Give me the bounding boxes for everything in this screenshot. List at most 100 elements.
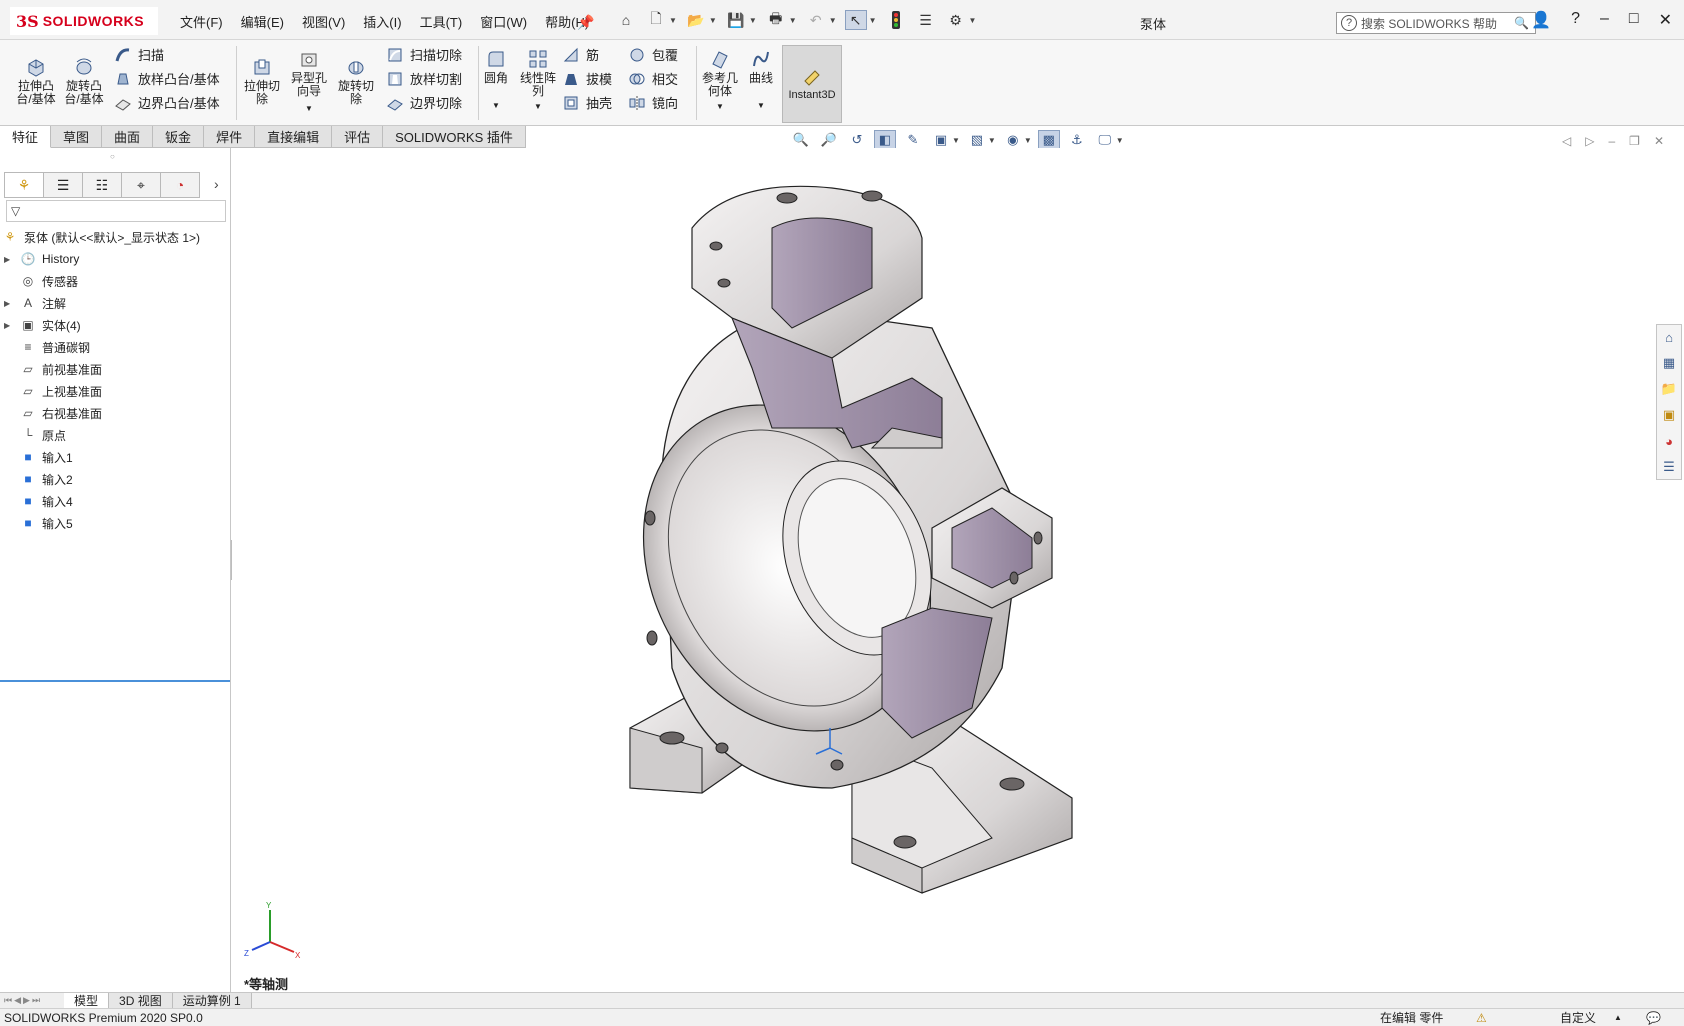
help-bubble-icon[interactable]: 💬: [1646, 1011, 1661, 1025]
collapse-right-icon[interactable]: ▷: [1585, 134, 1594, 148]
file-explorer-icon[interactable]: 📁: [1657, 377, 1681, 401]
apply-scene-icon[interactable]: ⚓: [1066, 130, 1088, 150]
tree-item[interactable]: ▶ 🕒 History: [4, 248, 228, 270]
chevron-down-icon[interactable]: ▼: [669, 16, 677, 25]
chevron-down-icon[interactable]: ▼: [1024, 136, 1032, 145]
property-manager-tab-icon[interactable]: ☰: [43, 172, 83, 198]
tab-3d-view[interactable]: 3D 视图: [109, 992, 173, 1009]
hole-wizard-button[interactable]: 异型孔 向导 ▼: [287, 48, 331, 115]
rebuild-traffic-light-icon[interactable]: [885, 10, 907, 30]
chevron-down-icon[interactable]: ▼: [829, 16, 837, 25]
menu-edit[interactable]: 编辑(E): [241, 12, 284, 31]
view-palette-icon[interactable]: ▣: [1657, 403, 1681, 427]
tab-surfaces[interactable]: 曲面: [102, 126, 154, 148]
chevron-down-icon[interactable]: ▼: [869, 16, 877, 25]
tab-model[interactable]: 模型: [64, 992, 110, 1009]
menu-view[interactable]: 视图(V): [302, 12, 345, 31]
tree-item[interactable]: ▶ ▣ 实体(4): [4, 314, 228, 336]
chevron-down-icon[interactable]: ▼: [789, 16, 797, 25]
tree-item[interactable]: ■ 输入1: [4, 446, 228, 468]
print-icon[interactable]: 🖶: [765, 10, 787, 30]
chevron-down-icon[interactable]: ▼: [709, 16, 717, 25]
menu-insert[interactable]: 插入(I): [363, 12, 401, 31]
first-tab-icon[interactable]: ⏮: [4, 995, 12, 1006]
home-icon[interactable]: ⌂: [615, 10, 637, 30]
fillet-button[interactable]: 圆角 ▼: [480, 48, 512, 112]
user-icon[interactable]: 👤: [1531, 10, 1551, 30]
viewport-close-icon[interactable]: ✕: [1654, 134, 1664, 148]
draft-button[interactable]: 拔模: [562, 69, 612, 88]
appearances-icon[interactable]: ◕: [1657, 429, 1681, 453]
tab-motion-study[interactable]: 运动算例 1: [172, 992, 252, 1009]
sweep-button[interactable]: 扫描: [114, 45, 164, 64]
reference-triad[interactable]: Y X Z: [244, 900, 304, 960]
pump-body-model[interactable]: [232, 148, 1684, 992]
configuration-manager-tab-icon[interactable]: ☷: [82, 172, 122, 198]
gear-icon[interactable]: ⚙: [945, 10, 967, 30]
boundary-cut-button[interactable]: 边界切除: [386, 93, 462, 112]
view-settings-icon[interactable]: 🖵: [1094, 130, 1116, 150]
tree-root-part[interactable]: ⚘ 泵体 (默认<<默认>_显示状态 1>): [2, 226, 228, 248]
rebuild-status-icon[interactable]: ⚠: [1476, 1011, 1487, 1025]
new-document-icon[interactable]: 🗋: [645, 10, 667, 30]
intersect-button[interactable]: 相交: [628, 69, 678, 88]
custom-properties-icon[interactable]: ☰: [1657, 455, 1681, 479]
chevron-down-icon[interactable]: ▼: [988, 136, 996, 145]
maximize-icon[interactable]: □: [1629, 10, 1639, 30]
reference-geometry-button[interactable]: 参考几 何体 ▼: [698, 48, 742, 113]
tab-sheet-metal[interactable]: 钣金: [153, 126, 205, 148]
search-input[interactable]: 搜索 SOLIDWORKS 帮助: [1361, 15, 1497, 32]
hide-show-items-icon[interactable]: ◉: [1002, 130, 1024, 150]
chevron-down-icon[interactable]: ▼: [969, 16, 977, 25]
extrude-boss-button[interactable]: 拉伸凸 台/基体: [12, 56, 60, 106]
design-library-icon[interactable]: ▦: [1657, 351, 1681, 375]
tab-sketch[interactable]: 草图: [51, 126, 103, 148]
menu-window[interactable]: 窗口(W): [480, 12, 527, 31]
feature-manager-tab-icon[interactable]: ⚘: [4, 172, 44, 198]
dimxpert-manager-tab-icon[interactable]: ⌖: [121, 172, 161, 198]
expand-arrow-icon[interactable]: ▶: [4, 299, 16, 308]
pin-icon[interactable]: 📌: [577, 14, 594, 31]
tree-filter[interactable]: ▽: [6, 200, 226, 222]
chevron-down-icon[interactable]: ▼: [492, 99, 500, 112]
wrap-button[interactable]: 包覆: [628, 45, 678, 64]
chevron-down-icon[interactable]: ▼: [305, 102, 313, 115]
last-tab-icon[interactable]: ⏭: [32, 995, 40, 1006]
tree-item[interactable]: ▱ 上视基准面: [4, 380, 228, 402]
undo-icon[interactable]: ↶: [805, 10, 827, 30]
zoom-to-area-icon[interactable]: 🔎: [818, 130, 840, 150]
chevron-down-icon[interactable]: ▼: [1116, 136, 1124, 145]
units-custom-menu[interactable]: 自定义: [1560, 1009, 1596, 1026]
chevron-down-icon[interactable]: ▼: [749, 16, 757, 25]
viewport-restore-icon[interactable]: ❐: [1629, 134, 1640, 148]
lofted-cut-button[interactable]: 放样切割: [386, 69, 462, 88]
display-style-icon[interactable]: ▧: [966, 130, 988, 150]
menu-file[interactable]: 文件(F): [180, 12, 223, 31]
tree-item[interactable]: ■ 输入2: [4, 468, 228, 490]
tab-evaluate[interactable]: 评估: [332, 126, 384, 148]
solidworks-logo[interactable]: 3S SOLIDWORKS: [10, 7, 158, 35]
select-cursor-icon[interactable]: ↖: [844, 10, 867, 30]
extrude-cut-button[interactable]: 拉伸切 除: [240, 56, 284, 106]
expand-arrow-icon[interactable]: ▶: [4, 255, 16, 264]
loft-boss-button[interactable]: 放样凸台/基体: [114, 69, 220, 88]
file-properties-icon[interactable]: ☰: [915, 10, 937, 30]
next-tab-icon[interactable]: ▶: [23, 995, 30, 1006]
boundary-boss-button[interactable]: 边界凸台/基体: [114, 93, 220, 112]
pane-grip-icon[interactable]: ○: [110, 152, 115, 161]
zoom-to-fit-icon[interactable]: 🔍: [790, 130, 812, 150]
shell-button[interactable]: 抽壳: [562, 93, 612, 112]
tab-solidworks-addins[interactable]: SOLIDWORKS 插件: [383, 126, 526, 148]
instant3d-button[interactable]: Instant3D: [782, 45, 842, 123]
revolve-boss-button[interactable]: 旋转凸 台/基体: [60, 56, 108, 106]
save-icon[interactable]: 💾: [725, 10, 747, 30]
linear-pattern-button[interactable]: 线性阵 列 ▼: [516, 48, 560, 113]
search-icon[interactable]: 🔍: [1514, 16, 1529, 30]
solidworks-resources-icon[interactable]: ⌂: [1657, 325, 1681, 349]
chevron-up-icon[interactable]: ▲: [1614, 1013, 1622, 1022]
tree-item[interactable]: ▱ 前视基准面: [4, 358, 228, 380]
mirror-button[interactable]: 镜向: [628, 93, 678, 112]
swept-cut-button[interactable]: 扫描切除: [386, 45, 462, 64]
chevron-down-icon[interactable]: ▼: [716, 100, 724, 113]
tab-weldments[interactable]: 焊件: [204, 126, 256, 148]
